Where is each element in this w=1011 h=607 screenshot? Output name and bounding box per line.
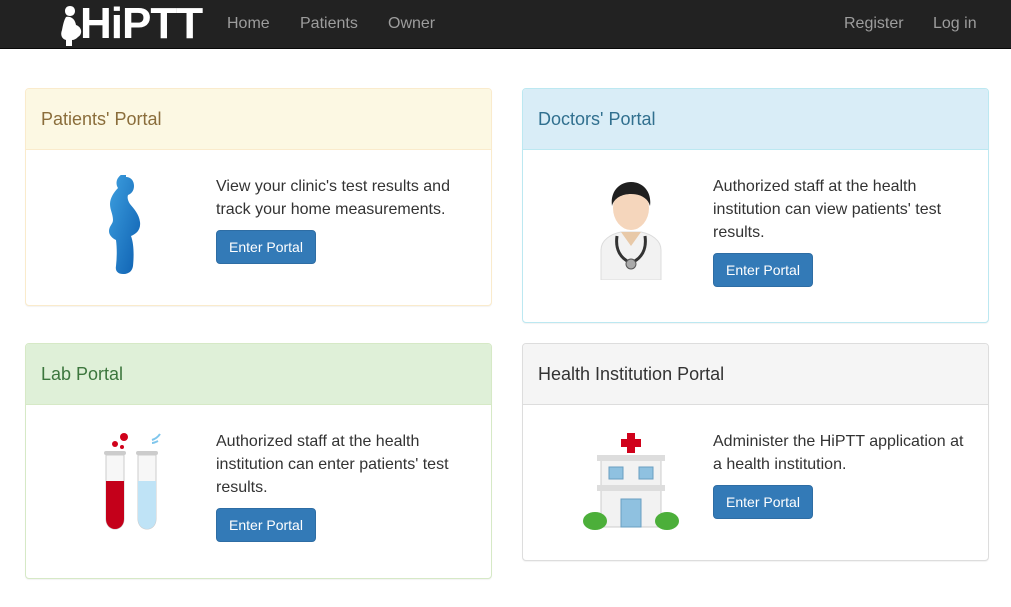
panel-heading: Doctors' Portal xyxy=(523,89,988,150)
panel-title: Doctors' Portal xyxy=(538,108,656,129)
description-text: Authorized staff at the health instituti… xyxy=(713,178,942,241)
lab-portal-panel: Lab Portal Authorized staff at the healt… xyxy=(25,343,492,579)
panel-title: Health Institution Portal xyxy=(538,363,725,384)
hospital-icon xyxy=(583,433,679,530)
panel-description: View your clinic's test results and trac… xyxy=(216,175,476,264)
test-tubes-icon xyxy=(104,433,161,530)
health-institution-portal-panel: Health Institution Portal Administer the… xyxy=(522,343,989,561)
navbar: HiPTT Home Patients Owner Register Log i… xyxy=(0,0,1011,49)
pregnant-woman-icon xyxy=(109,175,141,274)
nav-owner[interactable]: Owner xyxy=(388,14,435,34)
nav-patients[interactable]: Patients xyxy=(300,14,358,34)
enter-portal-button[interactable]: Enter Portal xyxy=(216,508,316,542)
patients-portal-panel: Patients' Portal View your clinic's test… xyxy=(25,88,492,306)
nav-register[interactable]: Register xyxy=(844,14,904,34)
brand-logo[interactable]: HiPTT xyxy=(56,0,203,48)
panel-heading: Patients' Portal xyxy=(26,89,491,150)
panel-description: Authorized staff at the health instituti… xyxy=(713,175,973,287)
nav-login[interactable]: Log in xyxy=(933,14,977,34)
description-text: Authorized staff at the health instituti… xyxy=(216,433,449,496)
enter-portal-button[interactable]: Enter Portal xyxy=(713,253,813,287)
nav-home[interactable]: Home xyxy=(227,14,270,34)
doctor-icon xyxy=(600,182,662,280)
panel-title: Lab Portal xyxy=(41,363,124,384)
description-text: Administer the HiPTT application at a he… xyxy=(713,433,964,473)
panel-description: Authorized staff at the health instituti… xyxy=(216,430,476,542)
description-text: View your clinic's test results and trac… xyxy=(216,178,450,218)
enter-portal-button[interactable]: Enter Portal xyxy=(713,485,813,519)
panel-title: Patients' Portal xyxy=(41,108,162,129)
brand-name: HiPTT xyxy=(80,0,203,48)
enter-portal-button[interactable]: Enter Portal xyxy=(216,230,316,264)
doctors-portal-panel: Doctors' Portal Authorized staff at the … xyxy=(522,88,989,323)
panel-heading: Lab Portal xyxy=(26,344,491,405)
panel-heading: Health Institution Portal xyxy=(523,344,988,405)
panel-description: Administer the HiPTT application at a he… xyxy=(713,430,973,519)
